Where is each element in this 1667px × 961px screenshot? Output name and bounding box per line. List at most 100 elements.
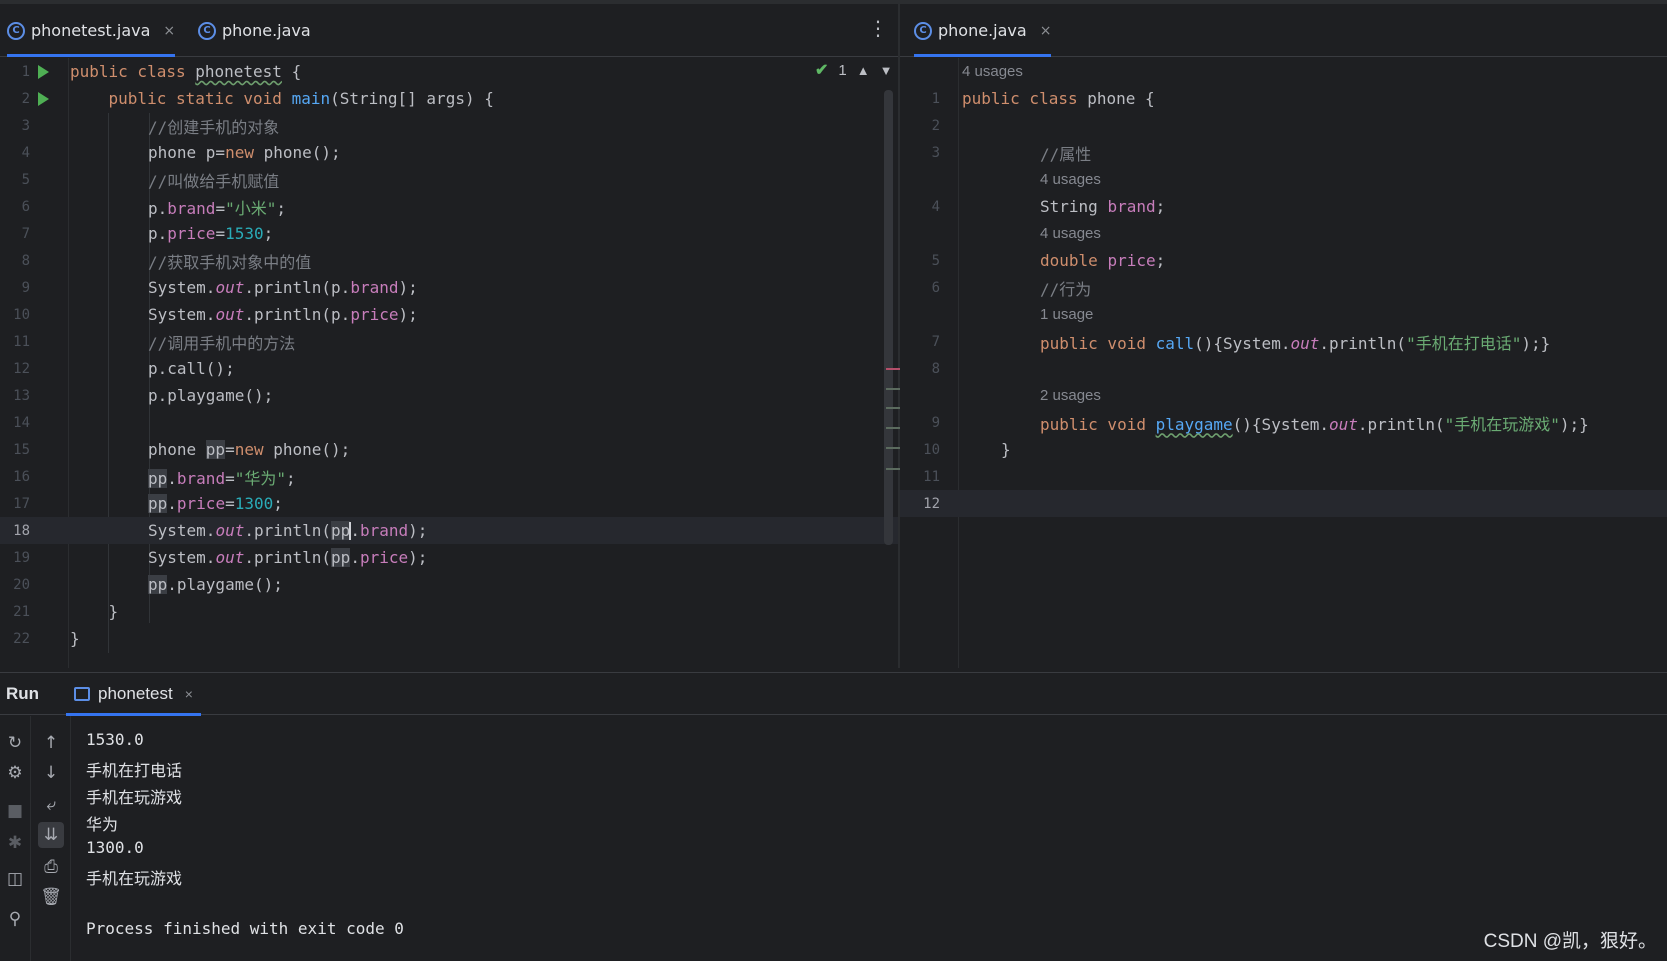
right-code-editor[interactable]: 4 usages 1 public class phone { 2 3 //属性… (900, 58, 1667, 668)
layout-icon[interactable]: ◫ (2, 866, 28, 892)
usage-hint[interactable]: 2 usages (1040, 387, 1101, 404)
code-line: 2 (900, 112, 1667, 139)
code-line: 15 phone pp=new phone(); (0, 436, 898, 463)
code-comment: //属性 (1040, 144, 1092, 164)
line-number: 15 (13, 441, 30, 458)
string-literal: "华为" (234, 468, 286, 488)
code-line: 5 //叫做给手机赋值 (0, 166, 898, 193)
tab-label: phonetest.java (31, 21, 151, 40)
debug-icon[interactable]: ✱ (2, 830, 28, 856)
close-icon[interactable]: × (1040, 23, 1052, 39)
line-number: 16 (13, 468, 30, 485)
code-line: 4 phone p=new phone(); (0, 139, 898, 166)
tab-label: phone.java (938, 21, 1027, 40)
more-options-icon[interactable]: ⋮ (868, 18, 888, 38)
code-line: 5 double price; (900, 247, 1667, 274)
line-number: 21 (13, 603, 30, 620)
code-line: 3 //创建手机的对象 (0, 112, 898, 139)
usage-hint[interactable]: 4 usages (1040, 171, 1101, 188)
stripe-mark[interactable] (886, 407, 900, 409)
right-editor-tabbar: C phone.java × (900, 4, 1667, 57)
string-literal: "手机在打电话" (1406, 333, 1522, 353)
code-line: 6 p.brand="小米"; (0, 193, 898, 220)
code-line: 21 } (0, 598, 898, 625)
line-number: 9 (21, 279, 30, 296)
pin-icon[interactable]: ⚲ (2, 906, 28, 932)
usage-hint-line: 4 usages (900, 220, 1667, 247)
stop-icon[interactable]: ■ (2, 798, 28, 824)
line-number: 3 (21, 117, 30, 134)
stripe-mark[interactable] (886, 468, 900, 470)
code-line: 13 p.playgame(); (0, 382, 898, 409)
line-number: 6 (21, 198, 30, 215)
java-class-icon: C (914, 21, 932, 40)
usage-hint-line: 1 usage (900, 301, 1667, 328)
console-output-line: Process finished with exit code 0 (86, 919, 404, 938)
run-gutter-icon[interactable] (38, 91, 49, 106)
inspection-widget[interactable]: ✔ 1 ▲ ▼ (815, 60, 893, 80)
stripe-mark[interactable] (886, 427, 900, 429)
print-icon[interactable]: ⎙ (38, 854, 64, 880)
run-gutter-icon[interactable] (38, 64, 49, 79)
code-line: 3 //属性 (900, 139, 1667, 166)
usage-hint[interactable]: 4 usages (962, 63, 1023, 80)
console-output-line: 1530.0 (86, 730, 144, 749)
current-code-line: 18 System.out.println(pp.brand); (0, 517, 898, 544)
code-line: 8 (900, 355, 1667, 382)
code-line: 14 (0, 409, 898, 436)
code-line: 1 public class phone { (900, 85, 1667, 112)
scroll-to-end-icon[interactable]: ⇊ (38, 822, 64, 848)
code-line: 17 pp.price=1300; (0, 490, 898, 517)
tab-phonetest-java[interactable]: C phonetest.java × (7, 4, 176, 57)
editor-scrollbar[interactable] (884, 90, 893, 545)
usage-hint-line: 4 usages (900, 58, 1667, 85)
console-output-line: 手机在玩游戏 (86, 788, 183, 807)
line-number: 5 (931, 252, 940, 269)
check-icon: ✔ (815, 62, 829, 79)
tab-phone-java-right[interactable]: C phone.java × (914, 4, 1052, 57)
usage-hint[interactable]: 4 usages (1040, 225, 1101, 242)
code-line: 9 System.out.println(p.brand); (0, 274, 898, 301)
line-number: 8 (931, 360, 940, 377)
error-stripe-mark[interactable] (886, 368, 900, 370)
trash-icon[interactable]: 🗑 (38, 884, 64, 910)
line-number: 20 (13, 576, 30, 593)
settings-icon[interactable]: ⚙ (2, 760, 28, 786)
chevron-up-icon[interactable]: ▲ (857, 63, 870, 78)
usage-hint[interactable]: 1 usage (1040, 306, 1093, 323)
line-number: 7 (21, 225, 30, 242)
code-line: 1 public class phonetest { (0, 58, 898, 85)
tab-phone-java[interactable]: C phone.java (198, 4, 311, 57)
stripe-mark[interactable] (886, 447, 900, 449)
line-number: 10 (13, 306, 30, 323)
code-comment: //获取手机对象中的值 (148, 252, 312, 272)
left-code-editor[interactable]: 1 public class phonetest { 2 public stat… (0, 58, 898, 668)
left-editor-tabbar: C phonetest.java × C phone.java ⋮ (0, 4, 898, 57)
inspection-count: 1 (838, 61, 847, 79)
soft-wrap-icon[interactable]: ⤶ (38, 792, 64, 818)
run-tab-label: phonetest (98, 684, 173, 703)
string-literal: "小米" (225, 198, 277, 218)
java-class-icon: C (7, 21, 25, 40)
text-caret (349, 522, 352, 541)
chevron-down-icon[interactable]: ▼ (880, 63, 893, 78)
close-icon[interactable]: × (185, 686, 193, 702)
console-output-line: 华为 (86, 815, 119, 834)
code-line: 19 System.out.println(pp.price); (0, 544, 898, 571)
code-comment: //创建手机的对象 (148, 117, 280, 137)
line-number: 8 (21, 252, 30, 269)
code-line: 20 pp.playgame(); (0, 571, 898, 598)
tab-run-phonetest[interactable]: phonetest × (66, 673, 201, 716)
close-icon[interactable]: × (163, 23, 175, 39)
arrow-up-icon[interactable]: ↑ (38, 730, 64, 756)
line-number: 18 (13, 522, 30, 539)
line-number: 13 (13, 387, 30, 404)
console-output-line: 1300.0 (86, 838, 144, 857)
line-number: 7 (931, 333, 940, 350)
code-line: 16 pp.brand="华为"; (0, 463, 898, 490)
arrow-down-icon[interactable]: ↓ (38, 760, 64, 786)
rerun-icon[interactable]: ↻ (2, 730, 28, 756)
number-literal: 1300 (234, 494, 274, 513)
stripe-mark[interactable] (886, 388, 900, 390)
line-number: 4 (931, 198, 940, 215)
